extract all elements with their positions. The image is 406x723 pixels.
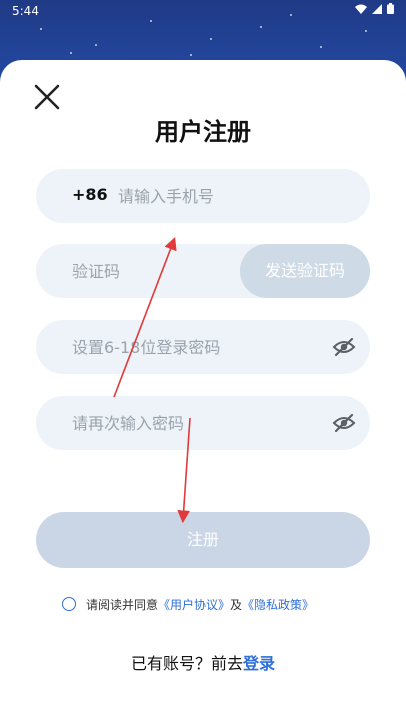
- agreement-row: 请阅读并同意 《用户协议》 及 《隐私政策》: [62, 594, 314, 614]
- login-link[interactable]: 登录: [243, 654, 275, 673]
- confirm-password-field: [36, 396, 370, 450]
- phone-input[interactable]: [118, 169, 358, 223]
- status-bar: 5:44: [0, 0, 406, 22]
- country-code[interactable]: +86: [72, 185, 108, 204]
- password-input[interactable]: [72, 320, 322, 374]
- page-title: 用户注册: [155, 118, 251, 146]
- phone-field: +86: [36, 169, 370, 223]
- eye-off-icon[interactable]: [332, 336, 356, 358]
- code-input[interactable]: [72, 244, 232, 298]
- eye-off-icon[interactable]: [332, 412, 356, 434]
- login-prompt: 已有账号？前去: [130, 654, 243, 673]
- status-icons: [355, 3, 394, 17]
- close-icon: [34, 84, 60, 110]
- user-agreement-link[interactable]: 《用户协议》: [158, 596, 230, 613]
- wifi-icon: [355, 3, 367, 17]
- agreement-and: 及: [230, 597, 243, 612]
- signal-icon: [372, 3, 382, 17]
- agreement-radio[interactable]: [62, 597, 76, 611]
- confirm-password-input[interactable]: [72, 396, 322, 450]
- password-field: [36, 320, 370, 374]
- agreement-prefix: 请阅读并同意: [86, 597, 159, 612]
- privacy-policy-link[interactable]: 《隐私政策》: [242, 596, 314, 613]
- register-button[interactable]: 注册: [36, 512, 370, 568]
- login-prompt-row: 已有账号？前去登录: [0, 650, 406, 674]
- code-field: 发送验证码: [36, 244, 370, 298]
- close-button[interactable]: [30, 80, 64, 114]
- status-time: 5:44: [12, 4, 39, 18]
- send-code-button[interactable]: 发送验证码: [240, 244, 370, 298]
- register-sheet: 用户注册 +86 发送验证码 注册 请阅读并同意: [0, 60, 406, 723]
- battery-icon: [387, 3, 394, 17]
